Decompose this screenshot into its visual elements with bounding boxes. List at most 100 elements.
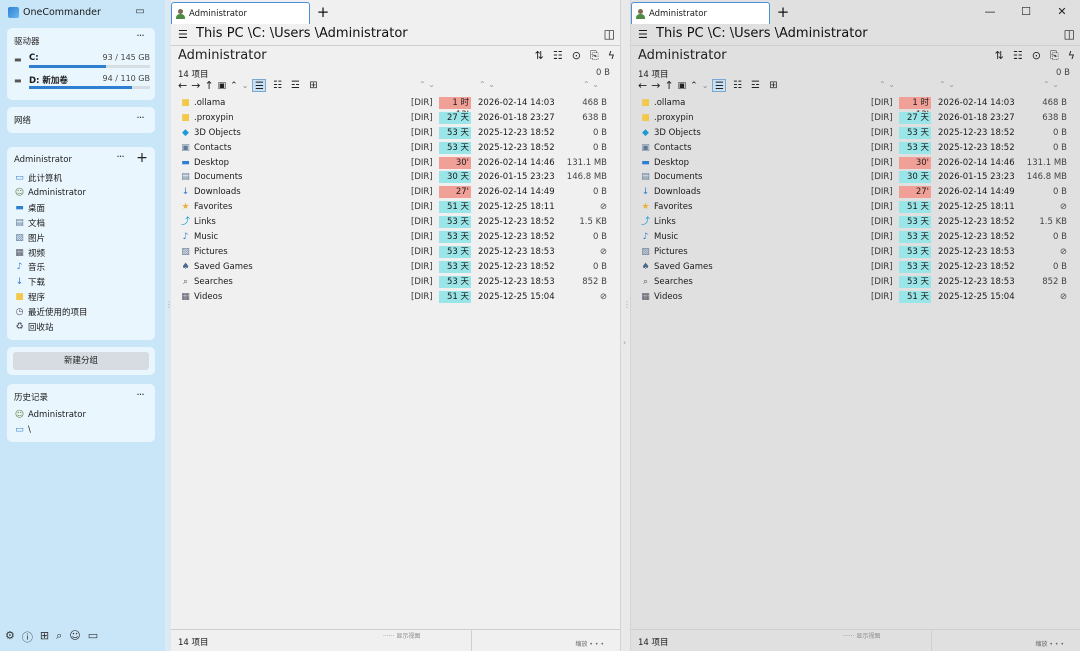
file-row[interactable]: ▤ Documents [DIR] 30 天 2026-01-15 23:23 146.8… (638, 170, 1074, 185)
file-row[interactable]: ■ .proxypin [DIR] 27 天 2026-01-18 23:27 638 B (178, 111, 614, 126)
columns-icon[interactable]: ☷ (553, 49, 563, 63)
pane-layout-icon[interactable]: ◫ (604, 27, 615, 41)
file-row[interactable]: ■ .proxypin [DIR] 27 天 2026-01-18 23:27 638 B (638, 111, 1074, 126)
file-row[interactable]: ▦ Videos [DIR] 51 天 2025-12-25 15:04 ⊘ (178, 290, 614, 305)
menu-icon[interactable]: ☰ (178, 28, 188, 41)
history-more-button[interactable]: ··· (131, 389, 149, 404)
details-view-icon[interactable]: ☰ (252, 79, 267, 92)
file-row[interactable]: ⤴ Links [DIR] 53 天 2025-12-23 18:52 1.5 KB (638, 215, 1074, 230)
chevron-down-icon[interactable]: ⌄ (242, 81, 249, 90)
file-row[interactable]: ▨ Pictures [DIR] 53 天 2025-12-23 18:53 ⊘ (638, 245, 1074, 260)
info-icon[interactable]: ⓘ (22, 629, 33, 645)
new-tab-button[interactable]: + (314, 4, 332, 22)
sort-arrows-icon[interactable]: ⌃ ⌄ (583, 80, 599, 89)
nav-item[interactable]: ▨ 图片 (14, 231, 45, 245)
drives-more-button[interactable]: ··· (131, 30, 149, 45)
drive-d[interactable]: ▬ D: 新加卷 94 / 110 GB (14, 73, 150, 93)
view-toggle[interactable]: ······ 显示视图 (843, 631, 880, 640)
nav-item[interactable]: ☺ Administrator (14, 186, 86, 200)
nav-item[interactable]: ▭ 此计算机 (14, 171, 62, 185)
nav-item[interactable]: ▦ 视频 (14, 246, 45, 260)
nav-item[interactable]: ▭ \ (14, 423, 31, 437)
file-row[interactable]: ■ .ollama [DIR] 1 时 13' 2026-02-14 14:03 468 … (638, 96, 1074, 120)
maximize-icon[interactable]: ☐ (1008, 0, 1044, 24)
sidebar-toggle-icon[interactable]: ▭ (133, 5, 147, 17)
minimize-icon[interactable]: — (972, 0, 1008, 24)
clipboard-icon[interactable]: ⎘ (1050, 49, 1059, 63)
file-row[interactable]: ⤴ Links [DIR] 53 天 2025-12-23 18:52 1.5 KB (178, 215, 614, 230)
drive-c[interactable]: ▬ C: 93 / 145 GB (14, 52, 150, 72)
file-row[interactable]: ■ .ollama [DIR] 1 时 13' 2026-02-14 14:03 468 … (178, 96, 614, 120)
chevron-right-icon[interactable]: › (623, 338, 626, 347)
sort-arrows-icon[interactable]: ⌃ ⌄ (939, 80, 955, 89)
nav-item[interactable]: ■ 程序 (14, 290, 45, 304)
zoom-control[interactable]: 缩放 ••• (575, 639, 606, 648)
back-icon[interactable]: ← (178, 79, 187, 92)
settings-icon[interactable]: ⚙ (5, 629, 15, 645)
lightning-icon[interactable]: ϟ (608, 49, 615, 63)
file-row[interactable]: ◆ 3D Objects [DIR] 53 天 2025-12-23 18:52 0 B (178, 126, 614, 141)
breadcrumb[interactable]: This PC \C: \Users \Administrator (656, 26, 868, 41)
account-icon[interactable]: ☺ (69, 629, 80, 645)
close-icon[interactable]: ✕ (1044, 0, 1080, 24)
file-row[interactable]: ▣ Contacts [DIR] 53 天 2025-12-23 18:52 0 B (178, 141, 614, 156)
grid-view-icon[interactable]: ⊞ (306, 79, 320, 92)
grid-view-icon[interactable]: ⊞ (766, 79, 780, 92)
nav-item[interactable]: ▬ 桌面 (14, 201, 45, 215)
sort-arrows-icon[interactable]: ⌃ ⌄ (879, 80, 895, 89)
file-row[interactable]: ▬ Desktop [DIR] 30' 2026-02-14 14:46 131.1 MB (638, 156, 1074, 171)
favorites-more-button[interactable]: ··· (111, 151, 129, 166)
columns-icon[interactable]: ☷ (1013, 49, 1023, 63)
file-row[interactable]: ⌕ Searches [DIR] 53 天 2025-12-23 18:53 852 B (178, 275, 614, 290)
new-folder-icon[interactable]: ▣ (678, 81, 687, 91)
sort-icon[interactable]: ⇅ (995, 49, 1004, 63)
pane-splitter[interactable]: ⋮ › (620, 0, 631, 651)
back-icon[interactable]: ← (638, 79, 647, 92)
file-row[interactable]: ♪ Music [DIR] 53 天 2025-12-23 18:52 0 B (178, 230, 614, 245)
clipboard-icon[interactable]: ⎘ (590, 49, 599, 63)
chevron-up-icon[interactable]: ⌃ (230, 81, 238, 91)
tab-administrator[interactable]: Administrator (171, 2, 310, 24)
chevron-down-icon[interactable]: ⌄ (702, 81, 709, 90)
nav-item[interactable]: ↓ 下载 (14, 275, 45, 289)
file-row[interactable]: ♠ Saved Games [DIR] 53 天 2025-12-23 18:52 0 B (638, 260, 1074, 275)
file-row[interactable]: ◆ 3D Objects [DIR] 53 天 2025-12-23 18:52 0 B (638, 126, 1074, 141)
file-row[interactable]: ▨ Pictures [DIR] 53 天 2025-12-23 18:53 ⊘ (178, 245, 614, 260)
file-row[interactable]: ♪ Music [DIR] 53 天 2025-12-23 18:52 0 B (638, 230, 1074, 245)
tab-administrator[interactable]: Administrator (631, 2, 770, 24)
nav-item[interactable]: ☺ Administrator (14, 408, 86, 422)
list-view-icon[interactable]: ☷ (270, 79, 284, 92)
tiles-view-icon[interactable]: ☲ (288, 79, 302, 92)
file-row[interactable]: ↓ Downloads [DIR] 27' 2026-02-14 14:49 0 B (638, 185, 1074, 200)
tiles-view-icon[interactable]: ☲ (748, 79, 762, 92)
network-more-button[interactable]: ··· (131, 112, 149, 127)
new-group-button[interactable]: 新建分组 (13, 352, 149, 370)
chevron-up-icon[interactable]: ⌃ (690, 81, 698, 91)
nav-item[interactable]: ♪ 音乐 (14, 260, 45, 274)
up-icon[interactable]: ↑ (204, 79, 213, 92)
sort-arrows-icon[interactable]: ⌃ ⌄ (479, 80, 495, 89)
lightning-icon[interactable]: ϟ (1068, 49, 1075, 63)
target-icon[interactable]: ⊙ (572, 49, 581, 63)
sort-arrows-icon[interactable]: ⌃ ⌄ (419, 80, 435, 89)
target-icon[interactable]: ⊙ (1032, 49, 1041, 63)
file-row[interactable]: ⌕ Searches [DIR] 53 天 2025-12-23 18:53 852 B (638, 275, 1074, 290)
forward-icon[interactable]: → (191, 79, 200, 92)
file-row[interactable]: ▬ Desktop [DIR] 30' 2026-02-14 14:46 131.1 MB (178, 156, 614, 171)
pane-layout-icon[interactable]: ◫ (1064, 27, 1075, 41)
file-row[interactable]: ▣ Contacts [DIR] 53 天 2025-12-23 18:52 0 B (638, 141, 1074, 156)
nav-item[interactable]: ♻ 回收站 (14, 320, 53, 334)
nav-item[interactable]: ▤ 文档 (14, 216, 45, 230)
breadcrumb[interactable]: This PC \C: \Users \Administrator (196, 26, 408, 41)
file-row[interactable]: ★ Favorites [DIR] 51 天 2025-12-25 18:11 ⊘ (178, 200, 614, 215)
nav-item[interactable]: ◷ 最近使用的项目 (14, 305, 88, 319)
forward-icon[interactable]: → (651, 79, 660, 92)
file-row[interactable]: ▦ Videos [DIR] 51 天 2025-12-25 15:04 ⊘ (638, 290, 1074, 305)
file-row[interactable]: ▤ Documents [DIR] 30 天 2026-01-15 23:23 146.8… (178, 170, 614, 185)
sort-icon[interactable]: ⇅ (535, 49, 544, 63)
search-icon[interactable]: ⌕ (56, 629, 62, 645)
zoom-control[interactable]: 缩放 ••• (1035, 639, 1066, 648)
details-view-icon[interactable]: ☰ (712, 79, 727, 92)
list-view-icon[interactable]: ☷ (730, 79, 744, 92)
file-row[interactable]: ★ Favorites [DIR] 51 天 2025-12-25 18:11 ⊘ (638, 200, 1074, 215)
